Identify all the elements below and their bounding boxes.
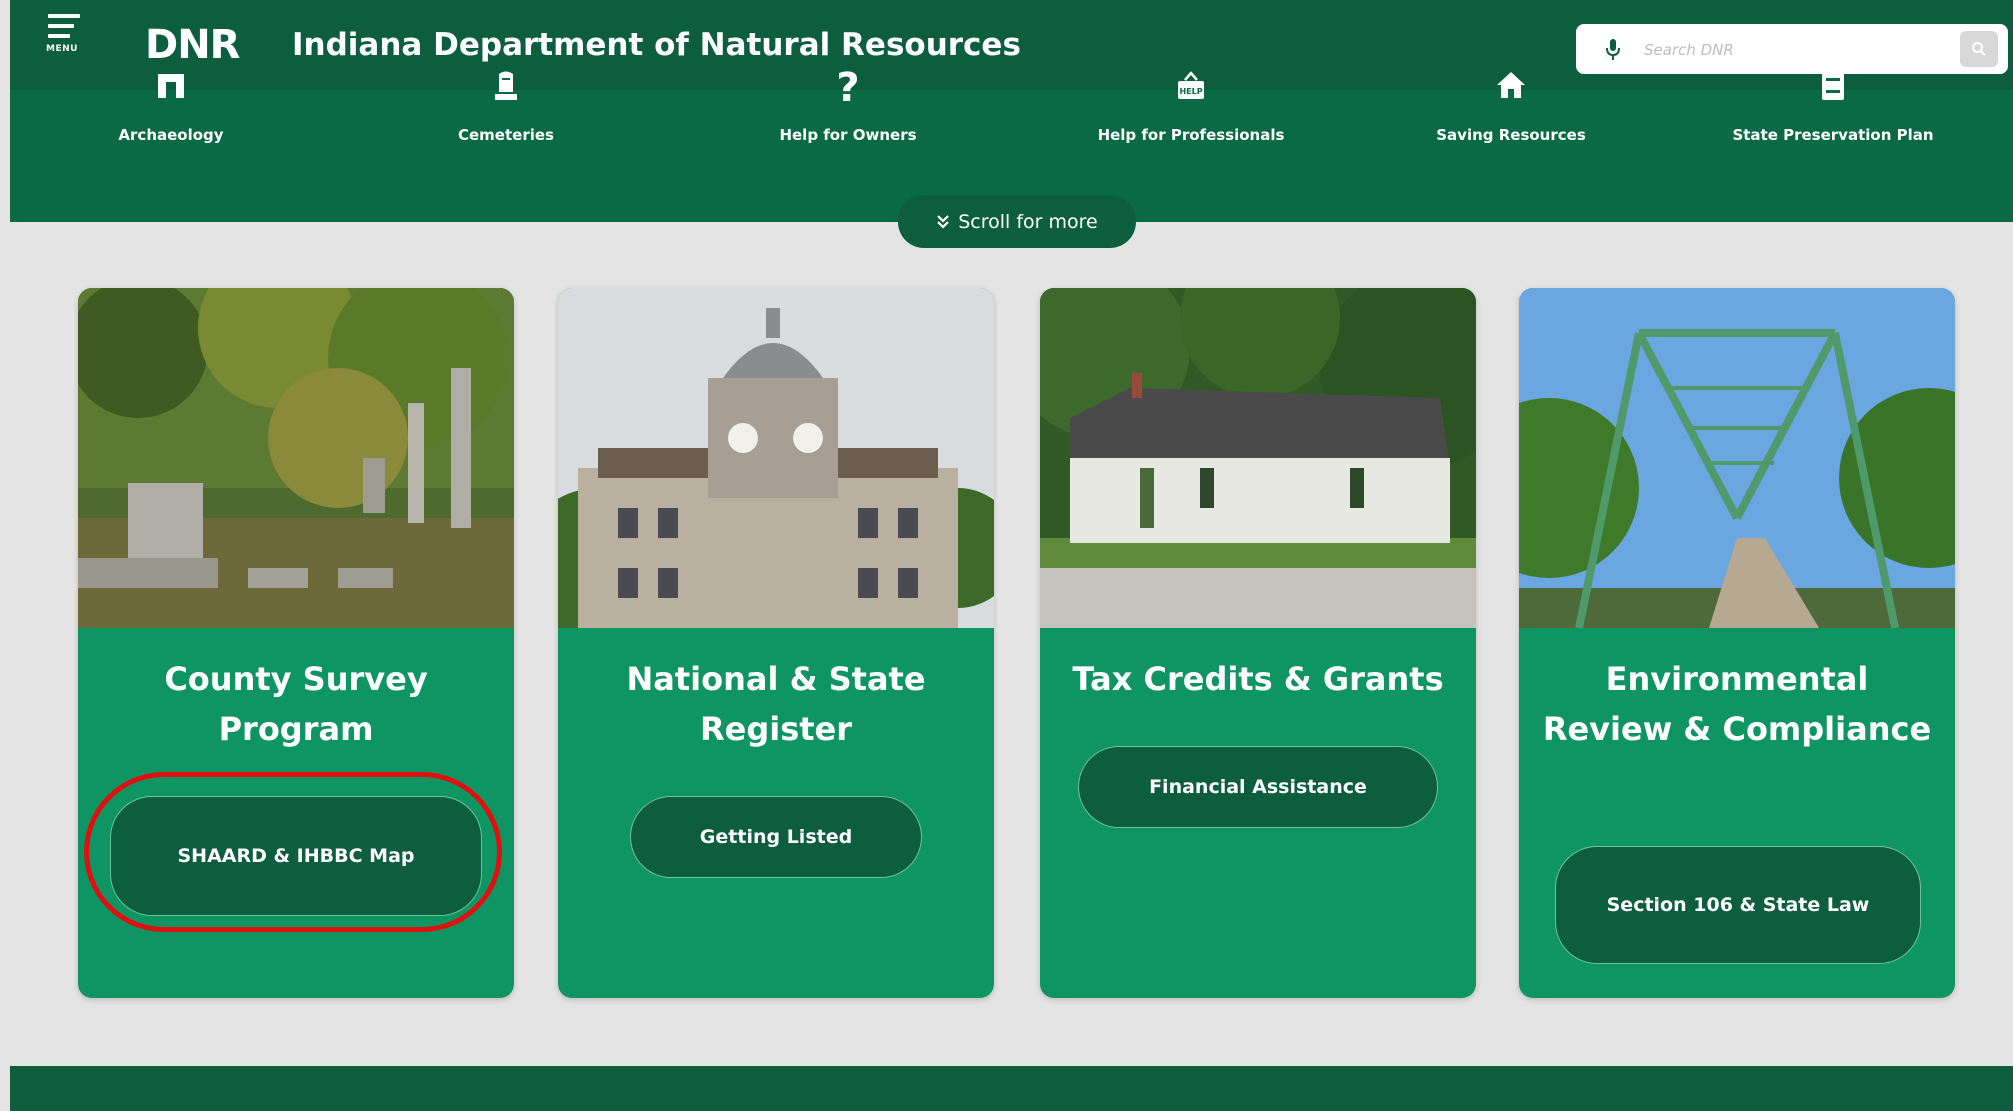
hamburger-icon [44, 14, 94, 38]
site-title[interactable]: Indiana Department of Natural Resources [292, 27, 1021, 63]
card-tax-credits: Tax Credits & Grants Financial Assistanc… [1040, 288, 1476, 998]
nav-item-saving-resources[interactable]: Saving Resources [1391, 70, 1631, 144]
footer-bar [10, 1066, 2013, 1111]
svg-text:HELP: HELP [1179, 87, 1202, 96]
question-icon: ? [836, 65, 860, 111]
search-icon [1972, 42, 1986, 56]
nav-item-help-owners[interactable]: ? Help for Owners [728, 65, 968, 144]
nav-item-cemeteries[interactable]: Cemeteries [386, 70, 626, 144]
card-title: County Survey Program [164, 660, 428, 748]
double-chevron-down-icon [937, 214, 950, 229]
search-input[interactable] [1642, 36, 1896, 64]
card-title: National & State Register [626, 660, 926, 748]
cemetery-photo [78, 288, 514, 628]
house-icon [1391, 70, 1631, 122]
dnr-logo[interactable]: DNR [145, 22, 240, 68]
help-sign-icon: HELP [1071, 70, 1311, 122]
highlight-annotation [84, 772, 502, 932]
nav-item-label: State Preservation Plan [1732, 126, 1934, 144]
nav-item-label: Saving Resources [1436, 126, 1586, 144]
bridge-photo [1519, 288, 1955, 628]
menu-button[interactable]: MENU [44, 14, 94, 74]
menu-label: MENU [46, 44, 78, 54]
site-header: MENU DNR Indiana Department of Natural R… [10, 0, 2013, 222]
nav-item-archaeology[interactable]: Archaeology [51, 70, 291, 144]
search-button[interactable] [1960, 31, 1998, 67]
tombstone-icon [386, 70, 626, 122]
card-title: Environmental Review & Compliance [1542, 660, 1932, 748]
nav-item-label: Cemeteries [458, 126, 554, 144]
card-environmental-review: Environmental Review & Compliance Sectio… [1519, 288, 1955, 998]
nav-item-label: Help for Professionals [1097, 126, 1285, 144]
financial-assistance-button[interactable]: Financial Assistance [1078, 746, 1438, 828]
microphone-icon[interactable] [1602, 36, 1624, 62]
nav-item-label: Help for Owners [779, 126, 917, 144]
nav-item-label: Archaeology [118, 126, 224, 144]
house-photo [1040, 288, 1476, 628]
section-106-button[interactable]: Section 106 & State Law [1555, 846, 1921, 964]
courthouse-photo [558, 288, 994, 628]
card-national-register: National & State Register Getting Listed [558, 288, 994, 998]
nav-item-preservation-plan[interactable]: State Preservation Plan [1713, 70, 1953, 144]
search-bar [1576, 24, 2008, 74]
scroll-for-more-button[interactable]: Scroll for more [898, 195, 1136, 248]
getting-listed-button[interactable]: Getting Listed [630, 796, 922, 878]
scroll-for-more-label: Scroll for more [958, 210, 1098, 233]
nav-item-help-professionals[interactable]: HELP Help for Professionals [1071, 70, 1311, 144]
archaeology-icon [51, 70, 291, 122]
card-title: Tax Credits & Grants [1072, 660, 1444, 698]
book-icon [1713, 70, 1953, 122]
